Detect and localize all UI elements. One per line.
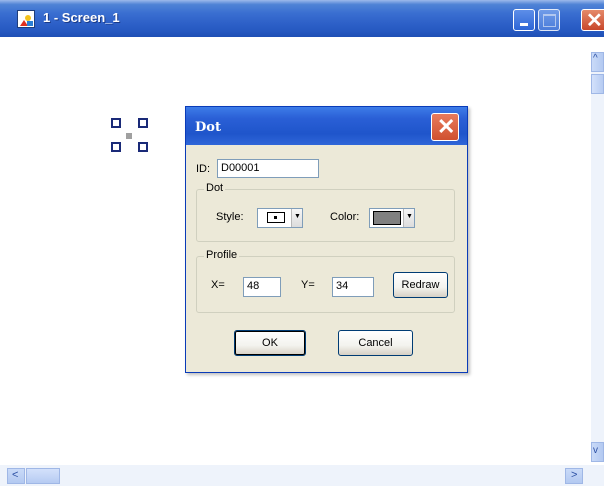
vertical-scrollbar[interactable]: ^ v — [591, 52, 604, 462]
dialog-title-bar[interactable]: Dot ✕ — [186, 107, 467, 145]
chevron-up-icon: ^ — [593, 53, 598, 64]
close-button[interactable]: ✕ — [581, 9, 604, 32]
color-dropdown-arrow[interactable]: ▼ — [403, 209, 414, 227]
profile-group-label: Profile — [204, 249, 240, 261]
id-label: ID: — [196, 163, 211, 175]
x-label: X= — [211, 279, 225, 291]
dot-group-label: Dot — [204, 182, 226, 194]
profile-group: Profile X= 48 Y= 34 Redraw — [196, 249, 455, 313]
dot-shape[interactable] — [126, 133, 132, 139]
dot-dialog: Dot ✕ ID: D00001 Dot Style: ▼ Color: ▼ P… — [185, 106, 468, 373]
ok-button[interactable]: OK — [234, 330, 306, 356]
dialog-close-button[interactable]: ✕ — [431, 113, 459, 141]
color-swatch — [373, 211, 401, 225]
y-input[interactable]: 34 — [332, 277, 374, 297]
redraw-button[interactable]: Redraw — [393, 272, 448, 298]
color-label: Color: — [330, 211, 360, 223]
dot-group: Dot Style: ▼ Color: ▼ — [196, 182, 455, 242]
dialog-title: Dot — [195, 120, 221, 135]
app-icon[interactable] — [17, 10, 35, 28]
size-grip[interactable] — [591, 465, 604, 486]
chevron-right-icon: > — [571, 469, 578, 481]
close-icon: ✕ — [437, 114, 456, 139]
style-select[interactable]: ▼ — [257, 208, 303, 228]
scroll-left-button[interactable]: < — [7, 468, 25, 484]
chevron-down-icon: v — [593, 445, 598, 456]
close-icon: ✕ — [586, 10, 603, 32]
horizontal-scroll-thumb[interactable] — [26, 468, 60, 484]
scroll-up-button[interactable]: ^ — [591, 52, 604, 72]
maximize-button[interactable] — [538, 9, 560, 31]
resize-handle-bl[interactable] — [111, 142, 121, 152]
y-label: Y= — [301, 279, 315, 291]
resize-handle-br[interactable] — [138, 142, 148, 152]
scroll-right-button[interactable]: > — [565, 468, 583, 484]
color-select[interactable]: ▼ — [369, 208, 415, 228]
style-label: Style: — [216, 211, 244, 223]
chevron-down-icon: ▼ — [406, 213, 413, 220]
horizontal-scrollbar[interactable]: < > — [0, 465, 591, 486]
id-input[interactable]: D00001 — [217, 159, 319, 178]
minimize-button[interactable] — [513, 9, 535, 31]
vertical-scroll-thumb[interactable] — [591, 74, 604, 94]
selected-dot-marker[interactable] — [111, 118, 149, 156]
resize-handle-tr[interactable] — [138, 118, 148, 128]
resize-handle-tl[interactable] — [111, 118, 121, 128]
window-title-bar[interactable]: 1 - Screen_1 ✕ — [0, 0, 604, 37]
window-title: 1 - Screen_1 — [43, 10, 120, 25]
x-input[interactable]: 48 — [243, 277, 281, 297]
scroll-down-button[interactable]: v — [591, 442, 604, 462]
dot-style-preview — [267, 212, 285, 223]
chevron-left-icon: < — [12, 469, 19, 481]
style-dropdown-arrow[interactable]: ▼ — [291, 209, 302, 227]
chevron-down-icon: ▼ — [294, 213, 301, 220]
cancel-button[interactable]: Cancel — [338, 330, 413, 356]
